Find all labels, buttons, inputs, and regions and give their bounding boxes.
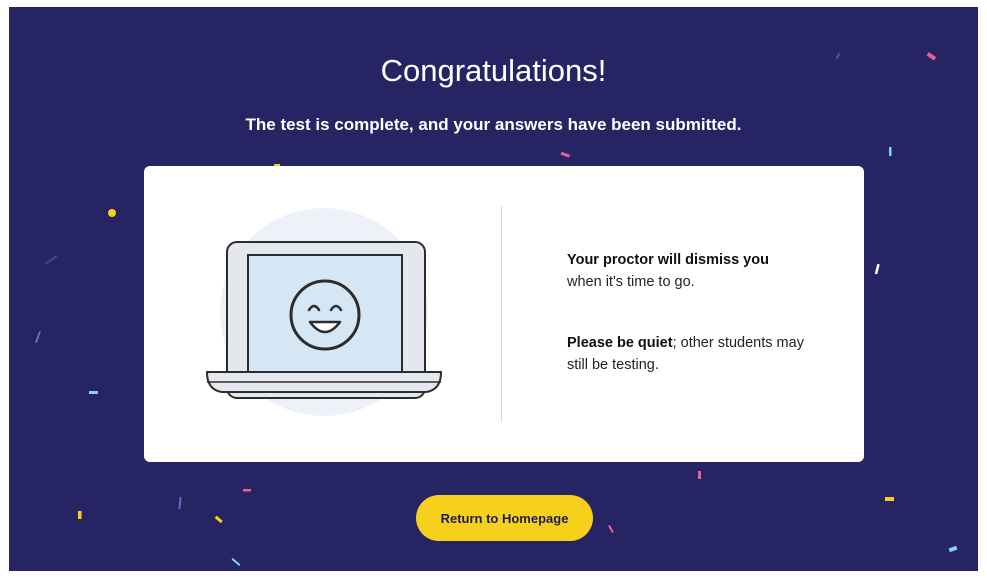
proctor-message-emphasis: Your proctor will dismiss you <box>567 252 769 268</box>
laptop-smiley-icon <box>205 208 443 416</box>
page-title: Congratulations! <box>380 53 607 88</box>
return-to-homepage-button[interactable]: Return to Homepage <box>416 495 593 541</box>
quiet-message-emphasis: Please be quiet <box>567 335 673 351</box>
card-divider <box>501 206 502 422</box>
proctor-message-text: when it's time to go. <box>567 274 695 290</box>
quiet-message: Please be quiet; other students may stil… <box>567 332 827 376</box>
proctor-message: Your proctor will dismiss you when it's … <box>567 249 827 293</box>
completion-screen: Congratulations! The test is complete, a… <box>9 7 978 571</box>
info-card: Your proctor will dismiss you when it's … <box>144 166 864 462</box>
page-subtitle: The test is complete, and your answers h… <box>245 115 742 134</box>
